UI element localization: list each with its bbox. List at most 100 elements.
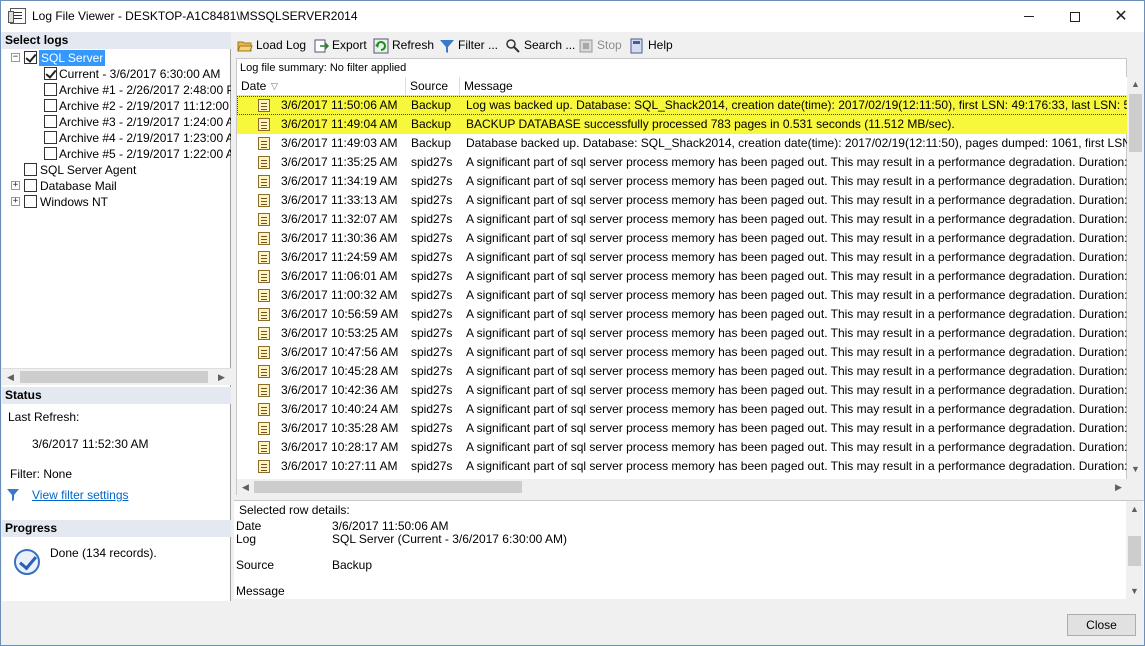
expand-icon[interactable]: + bbox=[11, 197, 20, 206]
cell-date: 3/6/2017 10:42:36 AM bbox=[281, 383, 399, 397]
table-row[interactable]: 3/6/2017 10:45:28 AM spid27s A significant… bbox=[237, 362, 1128, 381]
status-header: Status bbox=[2, 387, 231, 404]
cell-date: 3/6/2017 10:35:28 AM bbox=[281, 421, 399, 435]
tree-item-sql-server[interactable]: − SQL Server bbox=[2, 50, 231, 66]
table-row[interactable]: 3/6/2017 10:53:25 AM spid27s A significant… bbox=[237, 324, 1128, 343]
refresh-label: Refresh bbox=[392, 38, 435, 52]
log-rows: 3/6/2017 11:50:06 AM Backup Log was backed… bbox=[237, 96, 1128, 479]
sql-server-checkbox[interactable] bbox=[24, 51, 37, 64]
log-viewer-app-icon bbox=[8, 8, 26, 24]
scroll-down-arrow-icon[interactable]: ▼ bbox=[1126, 583, 1143, 600]
scroll-left-arrow-icon[interactable]: ◀ bbox=[237, 479, 254, 496]
title-bar: Log File Viewer - DESKTOP-A1C8481\MSSQLS… bbox=[1, 1, 1144, 32]
table-row[interactable]: 3/6/2017 10:42:36 AM spid27s A significant… bbox=[237, 381, 1128, 400]
archive-3-checkbox[interactable] bbox=[44, 115, 57, 128]
column-header-date[interactable]: Date ▽ bbox=[237, 77, 406, 96]
help-button[interactable]: Help bbox=[629, 36, 673, 54]
table-row[interactable]: 3/6/2017 11:49:04 AM Backup BACKUP DATABAS… bbox=[237, 115, 1128, 134]
search-label: Search ... bbox=[524, 38, 576, 52]
stop-button[interactable]: Stop bbox=[578, 36, 622, 54]
archive-1-checkbox[interactable] bbox=[44, 83, 57, 96]
filter-button[interactable]: Filter ... bbox=[439, 36, 498, 54]
scroll-up-arrow-icon[interactable]: ▲ bbox=[1126, 501, 1143, 518]
refresh-button[interactable]: Refresh bbox=[373, 36, 434, 54]
table-row[interactable]: 3/6/2017 11:50:06 AM Backup Log was backed… bbox=[237, 96, 1128, 115]
cell-source: Backup bbox=[411, 117, 452, 131]
table-row[interactable]: 3/6/2017 11:32:07 AM spid27s A significant… bbox=[237, 210, 1128, 229]
window-close-button[interactable]: ✕ bbox=[1098, 1, 1144, 32]
minimize-button[interactable] bbox=[1006, 1, 1052, 32]
tree-item-archive-3[interactable]: Archive #3 - 2/19/2017 1:24:00 AM bbox=[2, 114, 231, 130]
cell-date: 3/6/2017 11:06:01 AM bbox=[281, 269, 398, 283]
archive-4-checkbox[interactable] bbox=[44, 131, 57, 144]
tree-item-windows-nt[interactable]: + Windows NT bbox=[2, 194, 231, 210]
log-entry-icon bbox=[258, 384, 270, 397]
scroll-up-arrow-icon[interactable]: ▲ bbox=[1127, 76, 1144, 93]
last-refresh-label: Last Refresh: bbox=[8, 410, 80, 424]
close-button[interactable]: Close bbox=[1067, 614, 1136, 636]
cell-source: spid27s bbox=[411, 364, 453, 378]
archive-2-checkbox[interactable] bbox=[44, 99, 57, 112]
archive-5-checkbox[interactable] bbox=[44, 147, 57, 160]
scroll-down-arrow-icon[interactable]: ▼ bbox=[1127, 461, 1144, 478]
maximize-button[interactable] bbox=[1052, 1, 1098, 32]
details-source-value: Backup bbox=[332, 558, 373, 572]
tree-item-current[interactable]: Current - 3/6/2017 6:30:00 AM bbox=[2, 66, 231, 82]
cell-date: 3/6/2017 10:45:28 AM bbox=[281, 364, 399, 378]
details-vertical-scrollbar[interactable]: ▲ ▼ bbox=[1126, 501, 1143, 600]
table-row[interactable]: 3/6/2017 11:30:36 AM spid27s A significant… bbox=[237, 229, 1128, 248]
stop-label: Stop bbox=[597, 38, 622, 52]
log-entry-icon bbox=[258, 137, 270, 150]
table-row[interactable]: 3/6/2017 10:27:11 AM spid27s A significant… bbox=[237, 457, 1128, 476]
search-button[interactable]: Search ... bbox=[505, 36, 575, 54]
tree-item-archive-4[interactable]: Archive #4 - 2/19/2017 1:23:00 AM bbox=[2, 130, 231, 146]
load-log-button[interactable]: Load Log bbox=[237, 36, 306, 54]
current-log-checkbox[interactable] bbox=[44, 67, 57, 80]
column-header-message[interactable]: Message bbox=[460, 77, 1128, 96]
scrollbar-thumb[interactable] bbox=[1128, 536, 1141, 566]
table-row[interactable]: 3/6/2017 10:35:28 AM spid27s A significant… bbox=[237, 419, 1128, 438]
tree-item-archive-2[interactable]: Archive #2 - 2/19/2017 11:12:00 PM bbox=[2, 98, 231, 114]
collapse-icon[interactable]: − bbox=[11, 53, 20, 62]
cell-date: 3/6/2017 11:34:19 AM bbox=[281, 174, 398, 188]
windows-nt-checkbox[interactable] bbox=[24, 195, 37, 208]
expand-icon[interactable]: + bbox=[11, 181, 20, 190]
cell-date: 3/6/2017 11:49:04 AM bbox=[281, 117, 398, 131]
table-row[interactable]: 3/6/2017 11:34:19 AM spid27s A significant… bbox=[237, 172, 1128, 191]
grid-horizontal-scrollbar[interactable]: ◀ ▶ bbox=[237, 479, 1128, 495]
last-refresh-value: 3/6/2017 11:52:30 AM bbox=[32, 437, 149, 451]
tree-item-archive-5[interactable]: Archive #5 - 2/19/2017 1:22:00 AM bbox=[2, 146, 231, 162]
table-row[interactable]: 3/6/2017 10:47:56 AM spid27s A significant… bbox=[237, 343, 1128, 362]
tree-horizontal-scrollbar[interactable]: ◀ ▶ bbox=[2, 368, 231, 385]
progress-text: Done (134 records). bbox=[50, 546, 157, 560]
done-check-icon bbox=[14, 549, 40, 575]
table-row[interactable]: 3/6/2017 10:56:59 AM spid27s A significant… bbox=[237, 305, 1128, 324]
table-row[interactable]: 3/6/2017 10:40:24 AM spid27s A significant… bbox=[237, 400, 1128, 419]
table-row[interactable]: 3/6/2017 11:49:03 AM Backup Database backe… bbox=[237, 134, 1128, 153]
scroll-left-arrow-icon[interactable]: ◀ bbox=[2, 369, 19, 386]
table-row[interactable]: 3/6/2017 11:24:59 AM spid27s A significant… bbox=[237, 248, 1128, 267]
tree-item-database-mail[interactable]: + Database Mail bbox=[2, 178, 231, 194]
log-entry-icon bbox=[258, 460, 270, 473]
grid-vertical-scrollbar[interactable]: ▲ ▼ bbox=[1127, 76, 1144, 478]
scrollbar-thumb[interactable] bbox=[1129, 94, 1142, 152]
tree-item-archive-1[interactable]: Archive #1 - 2/26/2017 2:48:00 PM bbox=[2, 82, 231, 98]
scrollbar-thumb[interactable] bbox=[254, 481, 522, 493]
sql-server-agent-checkbox[interactable] bbox=[24, 163, 37, 176]
table-row[interactable]: 3/6/2017 11:00:32 AM spid27s A significant… bbox=[237, 286, 1128, 305]
column-header-source[interactable]: Source bbox=[406, 77, 460, 96]
cell-message: Log was backed up. Database: SQL_Shack20… bbox=[466, 98, 1128, 112]
table-row[interactable]: 3/6/2017 11:06:01 AM spid27s A significant… bbox=[237, 267, 1128, 286]
scroll-right-arrow-icon[interactable]: ▶ bbox=[213, 369, 230, 386]
export-button[interactable]: Export bbox=[313, 36, 367, 54]
scrollbar-thumb[interactable] bbox=[20, 371, 208, 383]
table-row[interactable]: 3/6/2017 11:35:25 AM spid27s A significant… bbox=[237, 153, 1128, 172]
view-filter-settings-link[interactable]: View filter settings bbox=[32, 488, 129, 502]
scroll-right-arrow-icon[interactable]: ▶ bbox=[1110, 479, 1127, 496]
tree-item-sql-server-agent[interactable]: SQL Server Agent bbox=[2, 162, 231, 178]
table-row[interactable]: 3/6/2017 10:28:17 AM spid27s A significant… bbox=[237, 438, 1128, 457]
table-row[interactable]: 3/6/2017 11:33:13 AM spid27s A significant… bbox=[237, 191, 1128, 210]
database-mail-checkbox[interactable] bbox=[24, 179, 37, 192]
cell-message: BACKUP DATABASE successfully processed 7… bbox=[466, 117, 955, 131]
export-icon bbox=[314, 39, 329, 53]
